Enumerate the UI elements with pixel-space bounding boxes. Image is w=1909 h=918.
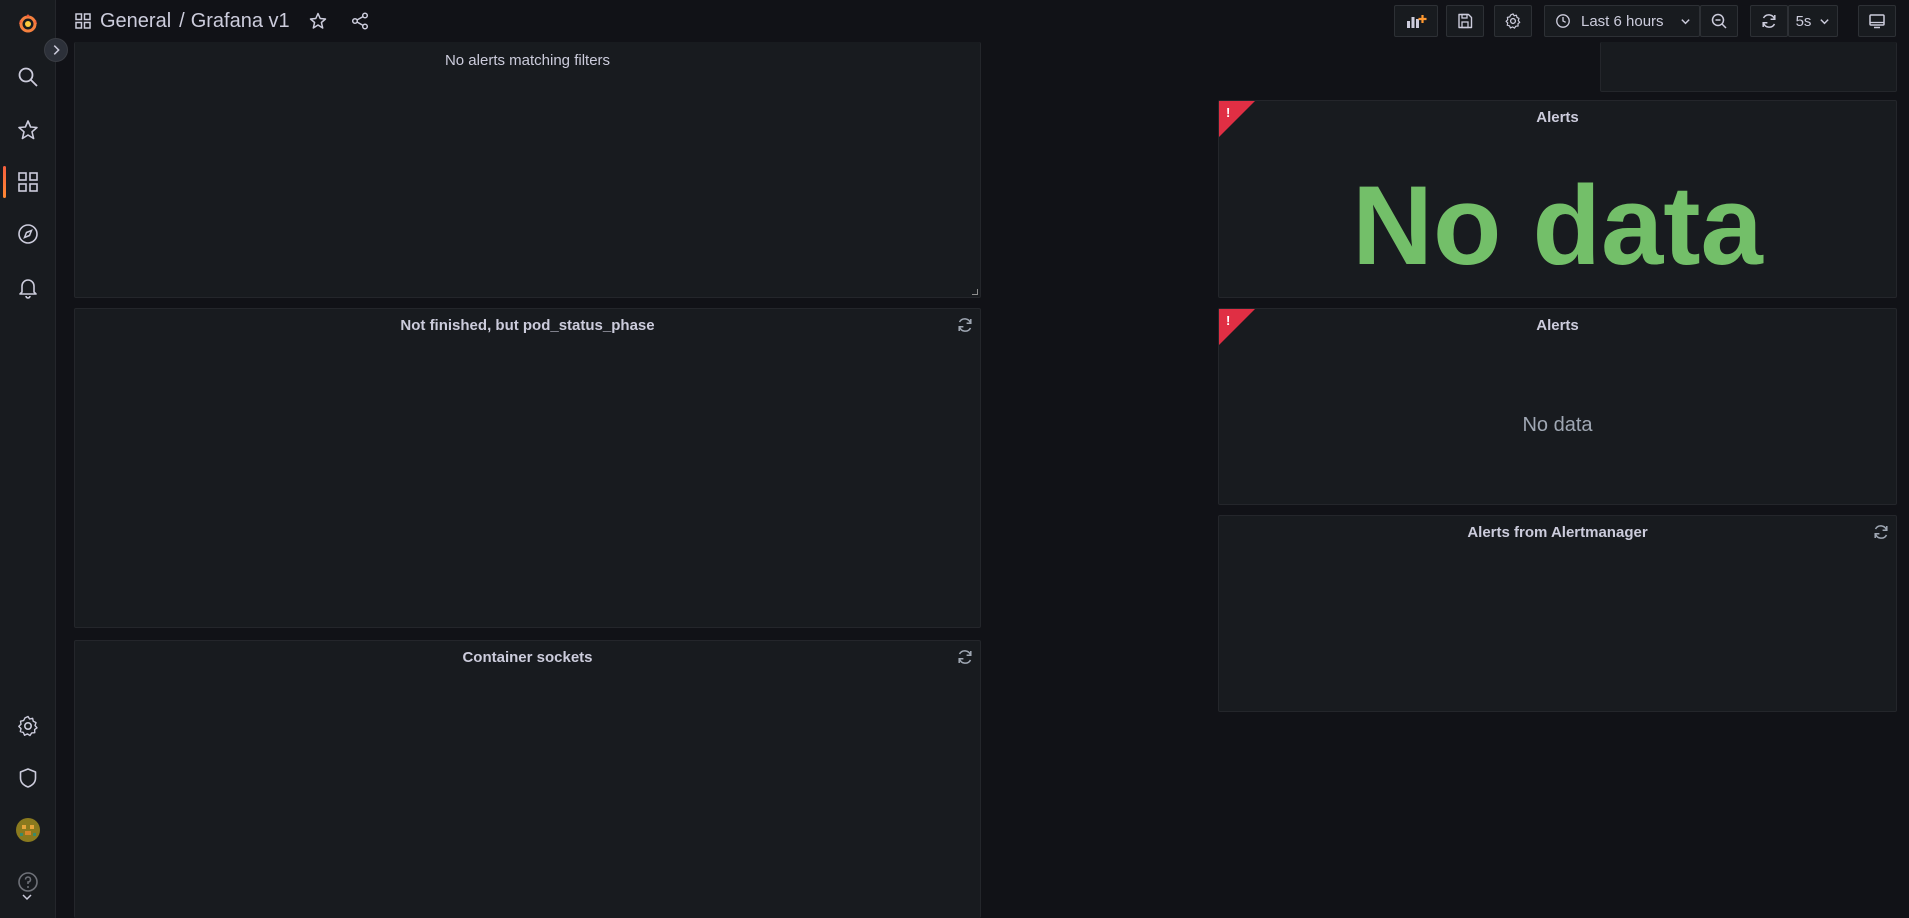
dashboards-grid-icon xyxy=(74,12,92,30)
dashboard-settings-button[interactable] xyxy=(1494,5,1532,37)
search-icon[interactable] xyxy=(8,57,48,97)
save-dashboard-button[interactable] xyxy=(1446,5,1484,37)
panel-title[interactable]: Not finished, but pod_status_phase xyxy=(75,309,980,341)
refresh-dashboard-button[interactable] xyxy=(1750,5,1788,37)
chevron-right-icon xyxy=(53,45,60,55)
container-sockets-panel: Container sockets xyxy=(74,640,981,918)
breadcrumb-folder-link[interactable]: General xyxy=(100,10,171,33)
zoom-out-button[interactable] xyxy=(1700,5,1738,37)
dashboards-icon[interactable] xyxy=(8,162,48,202)
help-chevron-down-icon xyxy=(19,890,35,902)
refresh-interval-picker[interactable]: 5s xyxy=(1788,5,1838,37)
tv-mode-button[interactable] xyxy=(1858,5,1896,37)
share-dashboard-icon[interactable] xyxy=(350,11,370,31)
alert-list-panel: No alerts matching filters xyxy=(74,42,981,298)
pod-status-phase-panel: Not finished, but pod_status_phase xyxy=(74,308,981,628)
zoom-out-icon xyxy=(1711,13,1727,29)
top-right-panel xyxy=(1600,42,1897,92)
grafana-logo-svg xyxy=(19,14,37,33)
expand-sidebar-button[interactable] xyxy=(44,38,68,62)
monitor-icon xyxy=(1869,14,1885,29)
time-range-picker[interactable]: Last 6 hours xyxy=(1544,5,1700,37)
alerts-graph-panel: ! Alerts No data xyxy=(1218,308,1897,505)
dashboard-title[interactable]: Grafana v1 xyxy=(191,10,290,33)
panel-title[interactable]: Alerts xyxy=(1219,309,1896,341)
add-panel-button[interactable] xyxy=(1394,5,1438,37)
star-dashboard-icon[interactable] xyxy=(308,11,328,31)
save-icon xyxy=(1458,13,1473,29)
configuration-gear-icon[interactable] xyxy=(8,706,48,746)
panel-title[interactable]: Alerts xyxy=(1219,101,1896,133)
time-range-label: Last 6 hours xyxy=(1581,12,1664,30)
alerts-stat-panel: ! Alerts No data xyxy=(1218,100,1897,298)
alertmanager-panel: Alerts from Alertmanager xyxy=(1218,515,1897,712)
no-data-message: No data xyxy=(1522,414,1593,436)
stat-value: No data xyxy=(1352,163,1763,288)
add-panel-icon xyxy=(1407,15,1427,28)
refresh-interval-label: 5s xyxy=(1795,12,1812,30)
settings-gear-icon xyxy=(1505,13,1521,29)
user-avatar[interactable] xyxy=(8,810,48,850)
explore-compass-icon[interactable] xyxy=(8,214,48,254)
panel-loading-refresh-icon xyxy=(956,648,974,666)
chevron-down-icon xyxy=(1680,18,1690,24)
active-nav-indicator xyxy=(3,166,6,198)
sidebar xyxy=(0,0,56,918)
panel-title[interactable]: Container sockets xyxy=(75,641,980,673)
alerting-bell-icon[interactable] xyxy=(8,267,48,307)
panel-resize-handle[interactable] xyxy=(972,289,978,295)
starred-icon[interactable] xyxy=(8,110,48,150)
no-alerts-message: No alerts matching filters xyxy=(444,52,611,69)
breadcrumb: General / Grafana v1 xyxy=(74,0,370,42)
panel-title[interactable]: Alerts from Alertmanager xyxy=(1219,516,1896,548)
grafana-logo-icon[interactable] xyxy=(8,4,48,44)
breadcrumb-separator: / xyxy=(179,9,185,32)
dashboard-navbar: General / Grafana v1 Last 6 hours 5s xyxy=(56,0,1909,42)
panel-loading-refresh-icon xyxy=(1872,523,1890,541)
chevron-down-icon xyxy=(1820,18,1830,24)
refresh-icon xyxy=(1762,14,1776,28)
clock-icon xyxy=(1556,14,1570,28)
server-admin-shield-icon[interactable] xyxy=(8,758,48,798)
panel-loading-refresh-icon xyxy=(956,316,974,334)
